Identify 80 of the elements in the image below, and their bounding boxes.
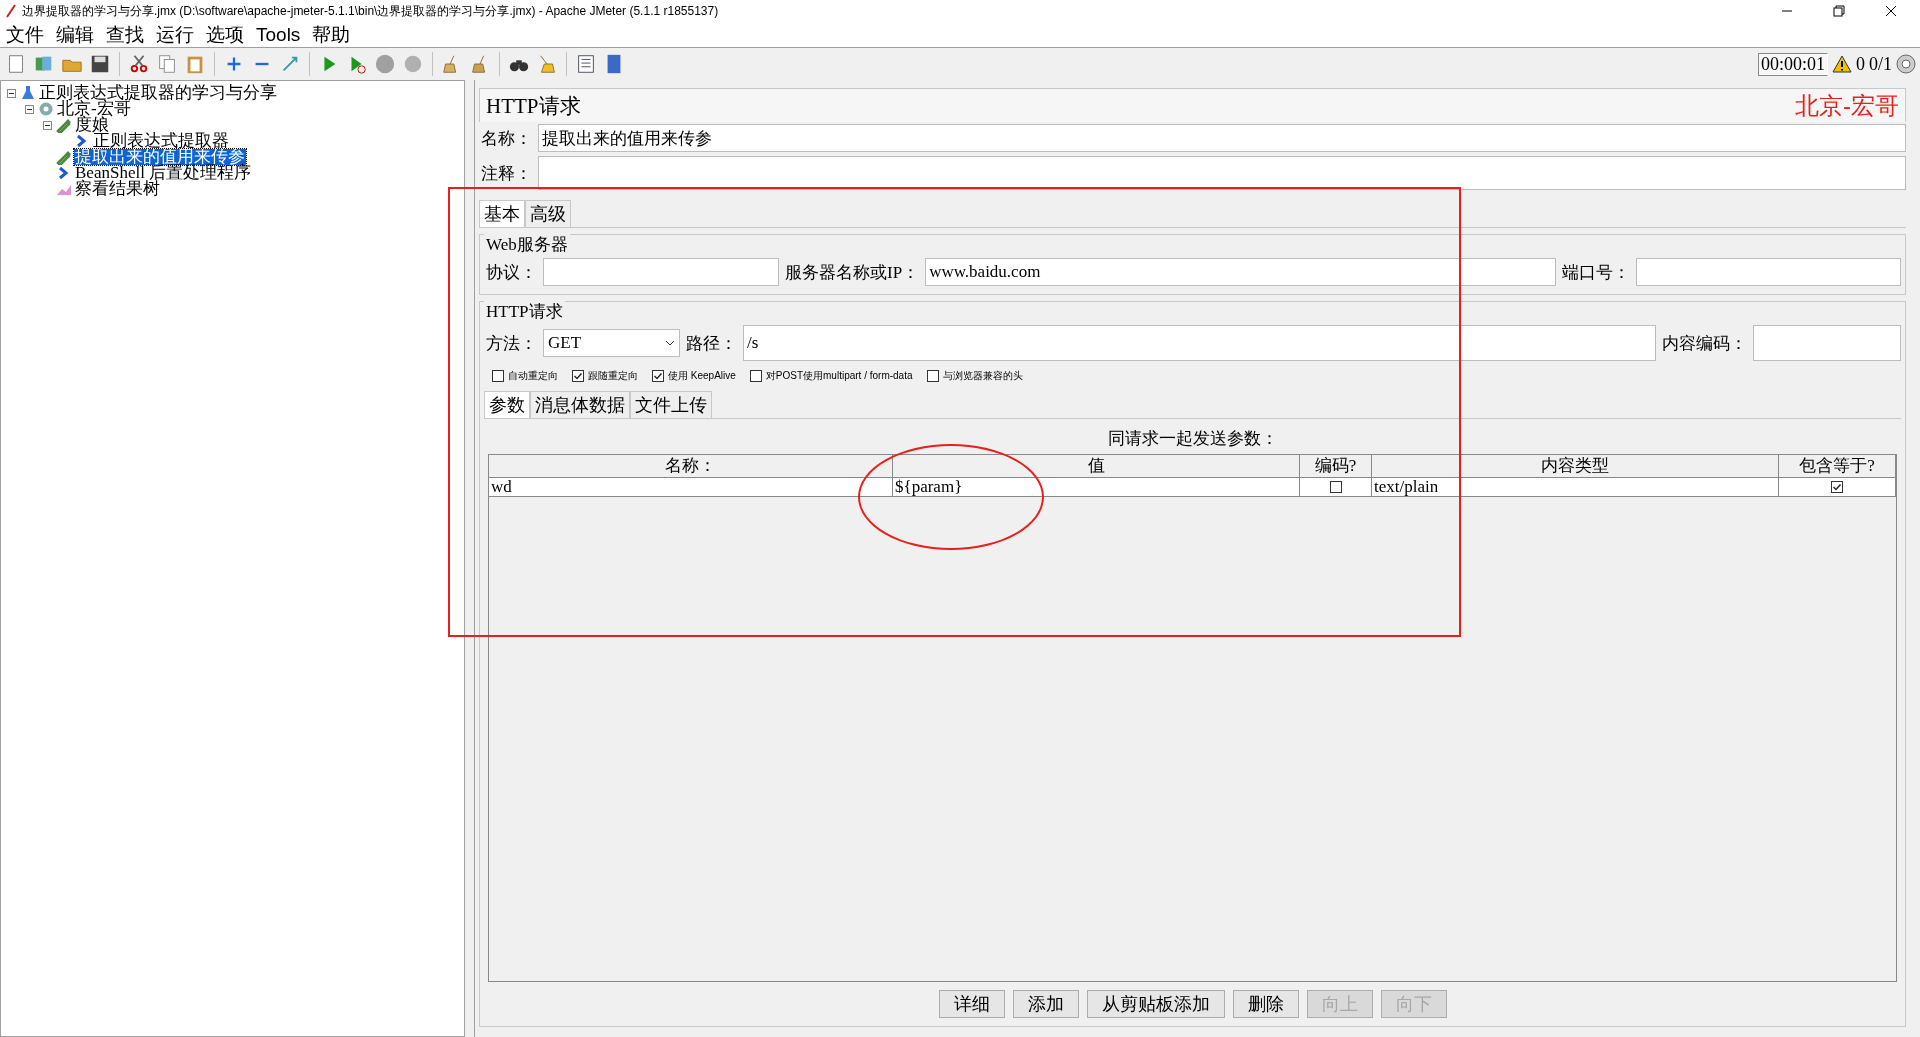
method-select[interactable]: GET <box>543 329 680 357</box>
tab[interactable]: 基本 <box>479 200 525 227</box>
window-title: 边界提取器的学习与分享.jmx (D:\software\apache-jmeter-5.1.1\bin\边界提取器的学习与分享.jmx) - Apache JMeter (5.1.1 r1855137) <box>22 2 720 20</box>
pipette-icon <box>56 117 72 133</box>
port-field[interactable] <box>1636 258 1901 286</box>
tab[interactable]: 消息体数据 <box>530 391 630 418</box>
column-header[interactable]: 包含等于? <box>1779 455 1896 477</box>
error-count: 0 <box>1856 53 1865 75</box>
collapse-toggle[interactable] <box>25 104 34 114</box>
pipette-icon <box>56 149 72 165</box>
server-field[interactable]: www.baidu.com <box>925 258 1556 286</box>
menu-item[interactable]: 运行 <box>154 21 196 48</box>
menu-item[interactable]: 选项 <box>204 21 246 48</box>
caret-icon <box>665 340 675 346</box>
tree-item[interactable]: 正则表达式提取器的学习与分享 <box>38 85 278 101</box>
tree-item[interactable]: 察看结果树 <box>74 181 161 197</box>
author-label: 北京-宏哥 <box>1795 90 1899 121</box>
menu-item[interactable]: 编辑 <box>54 21 96 48</box>
table-cell: ${param} <box>893 478 1300 496</box>
menu-item[interactable]: Tools <box>254 23 303 46</box>
option-label: 对POST使用multipart / form-data <box>765 369 913 383</box>
option-label: 与浏览器兼容的头 <box>942 369 1023 383</box>
checkbox[interactable] <box>492 370 504 382</box>
menu-item[interactable]: 帮助 <box>310 21 353 48</box>
elapsed-time: 00:00:01 <box>1757 52 1828 76</box>
action-button[interactable]: 详细 <box>938 990 1005 1018</box>
name-label: 名称： <box>480 127 533 150</box>
checkbox[interactable] <box>1329 481 1342 493</box>
server-label: 服务器名称或IP： <box>784 261 921 284</box>
action-button[interactable]: 添加 <box>1012 990 1079 1018</box>
status-icon <box>1896 54 1916 74</box>
path-field[interactable]: /s <box>743 325 1656 361</box>
column-header[interactable]: 内容类型 <box>1372 455 1779 477</box>
tab[interactable]: 文件上传 <box>630 391 712 418</box>
action-button[interactable]: 删除 <box>1232 990 1299 1018</box>
group-title: Web服务器 <box>484 233 570 256</box>
comment-label: 注释： <box>480 162 533 185</box>
name-field[interactable]: 提取出来的值用来传参 <box>538 124 1906 152</box>
thread-count: 0/1 <box>1869 53 1892 75</box>
checkbox[interactable] <box>652 370 664 382</box>
feather-icon <box>6 4 16 18</box>
checkbox[interactable] <box>749 370 762 382</box>
menu-item[interactable]: 文件 <box>4 21 46 48</box>
encoding-label: 内容编码： <box>1661 332 1748 355</box>
protocol-field[interactable] <box>543 258 779 286</box>
option-label: 自动重定向 <box>508 369 558 383</box>
group-title: HTTP请求 <box>484 300 565 323</box>
tab[interactable]: 高级 <box>525 200 571 227</box>
path-label: 路径： <box>685 332 738 355</box>
checkbox[interactable] <box>926 370 939 382</box>
checkbox[interactable] <box>572 370 584 382</box>
menu-item[interactable]: 查找 <box>104 21 146 48</box>
option-label: 跟随重定向 <box>588 369 638 383</box>
method-label: 方法： <box>485 332 538 355</box>
table-cell: wd <box>489 478 893 496</box>
tab[interactable]: 参数 <box>484 391 530 418</box>
tree-item[interactable]: 北京-宏哥 <box>56 101 132 117</box>
column-header[interactable]: 值 <box>893 455 1300 477</box>
flask-icon <box>20 85 36 101</box>
comment-field[interactable] <box>538 156 1906 190</box>
port-label: 端口号： <box>1561 261 1631 284</box>
collapse-toggle[interactable] <box>7 88 16 98</box>
checkbox[interactable] <box>1831 481 1843 493</box>
gear-icon <box>38 101 54 117</box>
close-icon[interactable] <box>1885 5 1897 17</box>
params-caption: 同请求一起发送参数： <box>1107 428 1278 450</box>
action-button[interactable]: 从剪贴板添加 <box>1086 990 1225 1018</box>
tree-item[interactable]: 度娘 <box>74 117 110 133</box>
protocol-label: 协议： <box>485 261 538 284</box>
restore-icon[interactable] <box>1833 5 1845 17</box>
column-header[interactable]: 编码? <box>1300 455 1372 477</box>
tree-item[interactable]: 正则表达式提取器 <box>92 133 230 149</box>
encoding-field[interactable] <box>1753 325 1901 361</box>
tree-item[interactable]: 提取出来的值用来传参 <box>74 149 246 165</box>
collapse-toggle[interactable] <box>43 120 52 130</box>
option-label: 使用 KeepAlive <box>668 369 736 383</box>
warning-icon[interactable] <box>1832 55 1852 73</box>
panel-title: HTTP请求 <box>486 92 581 120</box>
column-header[interactable]: 名称： <box>489 455 893 477</box>
table-cell: text/plain <box>1372 478 1779 496</box>
